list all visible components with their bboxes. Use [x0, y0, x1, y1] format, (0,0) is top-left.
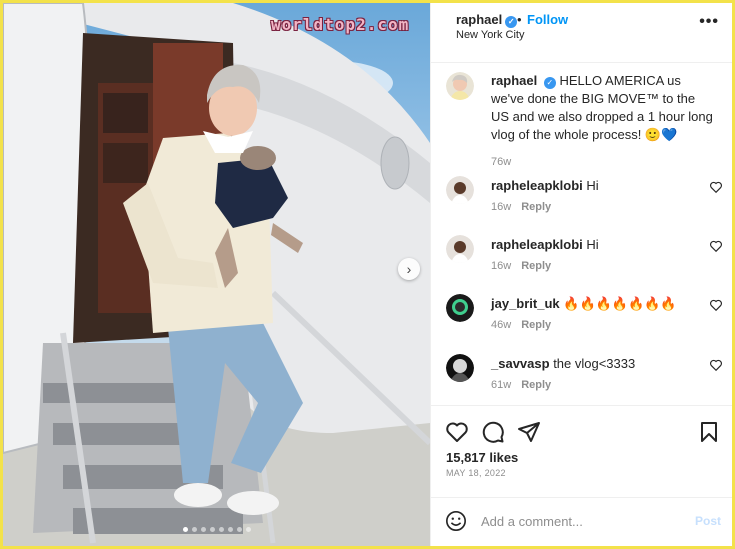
comment-time[interactable]: 16w — [491, 201, 511, 213]
comment-text: jay_brit_uk 🔥🔥🔥🔥🔥🔥🔥 — [491, 296, 677, 312]
comment-text: _savvasp the vlog<3333 — [491, 356, 635, 371]
carousel-dot — [236, 527, 242, 532]
comment-body: Hi — [586, 237, 599, 252]
author-avatar[interactable] — [446, 72, 474, 100]
carousel-dot — [245, 527, 251, 532]
carousel-dot — [191, 527, 197, 532]
follow-button[interactable]: Follow — [527, 12, 568, 27]
emoji-smile-icon[interactable] — [445, 510, 467, 532]
comment-icon[interactable] — [481, 420, 505, 444]
comment-username[interactable]: rapheleapklobi — [491, 178, 583, 193]
caption-time[interactable]: 76w — [491, 156, 511, 168]
comment-body: the vlog<3333 — [553, 356, 636, 371]
comment-username[interactable]: rapheleapklobi — [491, 237, 583, 252]
next-photo-button[interactable]: › — [398, 258, 420, 280]
heart-icon[interactable] — [709, 239, 723, 253]
heart-icon[interactable] — [709, 298, 723, 312]
post-details-panel: raphael ✓ • Follow New York City ••• raph… — [430, 3, 732, 546]
commenter-avatar[interactable] — [446, 176, 474, 204]
author-username-text[interactable]: raphael — [456, 12, 502, 27]
likes-count[interactable]: 15,817 likes — [446, 450, 518, 465]
comment-time[interactable]: 46w — [491, 319, 511, 331]
photo-illustration — [3, 3, 430, 546]
reply-button[interactable]: Reply — [521, 201, 551, 213]
post-photo[interactable]: worldtop2.com › — [3, 3, 430, 546]
comment-text: rapheleapklobi Hi — [491, 237, 599, 252]
chevron-right-icon: › — [406, 261, 412, 277]
verified-badge-icon: ✓ — [505, 16, 518, 28]
post-header: raphael ✓ • Follow New York City ••• — [431, 3, 732, 63]
comment-meta: 16w Reply — [491, 260, 551, 272]
comment-username[interactable]: jay_brit_uk — [491, 296, 560, 311]
comment-text: rapheleapklobi Hi — [491, 178, 599, 193]
comment-body: Hi — [586, 178, 599, 193]
comment-time[interactable]: 16w — [491, 260, 511, 272]
commenter-avatar[interactable] — [446, 235, 474, 263]
post-date[interactable]: MAY 18, 2022 — [446, 468, 506, 478]
bookmark-icon[interactable] — [697, 420, 721, 444]
verified-badge-icon: ✓ — [543, 77, 556, 89]
post-window: worldtop2.com › raphael ✓ • Follow New Yo… — [3, 3, 732, 546]
comment-input[interactable] — [481, 510, 681, 532]
comment-body: 🔥🔥🔥🔥🔥🔥🔥 — [563, 296, 677, 311]
comment-item: rapheleapklobi Hi 16w Reply — [431, 176, 732, 238]
author-username[interactable]: raphael ✓ — [456, 12, 518, 28]
carousel-dot — [209, 527, 215, 532]
commenter-avatar[interactable] — [446, 354, 474, 382]
add-comment-bar: Post — [431, 497, 732, 546]
heart-icon[interactable] — [445, 420, 469, 444]
commenter-avatar[interactable] — [446, 294, 474, 322]
reply-button[interactable]: Reply — [521, 379, 551, 391]
header-separator: • — [517, 12, 522, 27]
post-location[interactable]: New York City — [456, 29, 524, 41]
comment-time[interactable]: 61w — [491, 379, 511, 391]
watermark-text: worldtop2.com — [271, 15, 410, 34]
carousel-dot — [200, 527, 206, 532]
reply-button[interactable]: Reply — [521, 260, 551, 272]
heart-icon[interactable] — [709, 358, 723, 372]
more-options-icon[interactable]: ••• — [699, 13, 719, 31]
heart-icon[interactable] — [709, 180, 723, 194]
post-comment-button[interactable]: Post — [695, 514, 721, 528]
paper-plane-icon[interactable] — [517, 420, 541, 444]
carousel-dot — [227, 527, 233, 532]
carousel-dot — [218, 527, 224, 532]
comment-meta: 61w Reply — [491, 379, 551, 391]
reply-button[interactable]: Reply — [521, 319, 551, 331]
comment-item: rapheleapklobi Hi 16w Reply — [431, 235, 732, 297]
carousel-dots — [3, 527, 430, 532]
caption-username[interactable]: raphael — [491, 73, 537, 88]
comment-meta: 16w Reply — [491, 201, 551, 213]
post-actions: 15,817 likes MAY 18, 2022 — [431, 405, 732, 505]
comment-username[interactable]: _savvasp — [491, 356, 550, 371]
comment-item: jay_brit_uk 🔥🔥🔥🔥🔥🔥🔥 46w Reply — [431, 294, 732, 356]
carousel-dot — [182, 527, 188, 532]
comment-meta: 46w Reply — [491, 319, 551, 331]
caption-text: raphael ✓ HELLO AMERICA us we've done th… — [491, 72, 713, 171]
